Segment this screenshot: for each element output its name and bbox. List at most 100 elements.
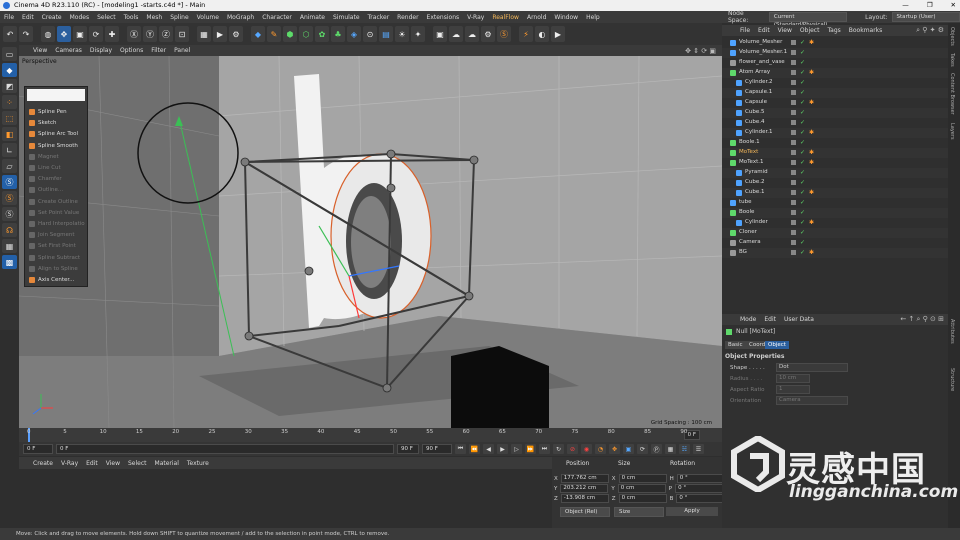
material-menu-create[interactable]: Create xyxy=(29,460,57,467)
position-z-field[interactable]: -13.908 cm xyxy=(560,494,609,503)
menu-character[interactable]: Character xyxy=(258,14,296,21)
object-row[interactable]: MoText.1 ✓ ✱ xyxy=(722,158,948,168)
object-row[interactable]: Boole ✓ xyxy=(722,208,948,218)
make-editable-icon[interactable]: ▭ xyxy=(2,47,17,61)
menu-tracker[interactable]: Tracker xyxy=(364,14,394,21)
orientation-dropdown[interactable]: Camera xyxy=(776,396,848,405)
attribute-menu-user-data[interactable]: User Data xyxy=(780,316,818,323)
menu-window[interactable]: Window xyxy=(550,14,582,21)
object-name[interactable]: Boole xyxy=(739,209,754,215)
model-mode-icon[interactable]: ◆ xyxy=(2,63,17,77)
attribute-menu-edit[interactable]: Edit xyxy=(760,316,780,323)
viewport-menu-panel[interactable]: Panel xyxy=(170,47,194,54)
material-menu-select[interactable]: Select xyxy=(124,460,151,467)
layout-dropdown[interactable]: Startup (User) xyxy=(891,12,960,22)
visibility-toggle[interactable] xyxy=(791,230,796,235)
size-x-field[interactable]: 0 cm xyxy=(618,474,667,483)
aspect-ratio-field[interactable]: 1 xyxy=(776,385,810,394)
render-settings-icon[interactable]: ⚙ xyxy=(229,26,243,42)
object-row[interactable]: Volume_Mesher ✓ ✱ xyxy=(722,38,948,48)
enable-check-icon[interactable]: ✓ xyxy=(800,169,805,176)
enable-check-icon[interactable]: ✓ xyxy=(800,149,805,156)
object-row[interactable]: Capsule ✓ ✱ xyxy=(722,98,948,108)
visibility-toggle[interactable] xyxy=(791,60,796,65)
material-menu-material[interactable]: Material xyxy=(151,460,183,467)
menu-realflow[interactable]: RealFlow xyxy=(488,14,523,21)
tab-basic[interactable]: Basic xyxy=(725,341,746,349)
minimize-button[interactable]: — xyxy=(902,0,909,11)
subdivision-icon[interactable]: ⬢ xyxy=(283,26,297,42)
recent-tools-icon[interactable]: ✚ xyxy=(105,26,119,42)
autokey-icon[interactable]: ◉ xyxy=(581,444,592,454)
menu-edit[interactable]: Edit xyxy=(18,14,38,21)
side-tab-attributes[interactable]: Attributes xyxy=(949,319,955,344)
object-row[interactable]: Cube.1 ✓ ✱ xyxy=(722,188,948,198)
object-row[interactable]: BG ✓ ✱ xyxy=(722,248,948,258)
menu-tools[interactable]: Tools xyxy=(120,14,143,21)
object-tag-icon[interactable]: ✱ xyxy=(809,219,814,226)
previous-frame-icon[interactable]: ◀ xyxy=(483,444,494,454)
object-name[interactable]: tube xyxy=(739,199,752,205)
enable-check-icon[interactable]: ✓ xyxy=(800,79,805,86)
object-tag-icon[interactable]: ✱ xyxy=(809,189,814,196)
arnold-render-icon[interactable]: ▶ xyxy=(551,26,565,42)
axis-mode-icon[interactable]: ∟ xyxy=(2,143,17,157)
vray-s-icon-1[interactable]: Ⓢ xyxy=(2,175,17,189)
side-tab-content-browser[interactable]: Content Browser xyxy=(949,73,955,115)
previous-key-icon[interactable]: ⏪ xyxy=(469,444,480,454)
polygon-mode-icon[interactable]: ◧ xyxy=(2,127,17,141)
enable-check-icon[interactable]: ✓ xyxy=(800,179,805,186)
object-row[interactable]: Cylinder ✓ ✱ xyxy=(722,218,948,228)
keyframe-selection-icon[interactable]: ◔ xyxy=(595,444,606,454)
current-frame-field[interactable]: 0 F xyxy=(23,444,53,454)
side-tab-layers[interactable]: Layers xyxy=(949,123,955,140)
point-mode-icon[interactable]: ⁘ xyxy=(2,95,17,109)
object-tag-icon[interactable]: ✱ xyxy=(809,159,814,166)
redo-icon[interactable]: ↷ xyxy=(19,26,33,42)
visibility-toggle[interactable] xyxy=(791,40,796,45)
vray-s-icon-3[interactable]: Ⓢ xyxy=(2,207,17,221)
enable-check-icon[interactable]: ✓ xyxy=(800,109,805,116)
object-name[interactable]: Cube.4 xyxy=(745,119,764,125)
object-row[interactable]: Cylinder.2 ✓ xyxy=(722,78,948,88)
coordinate-system-icon[interactable]: ⊡ xyxy=(175,26,189,42)
object-row[interactable]: Atom Array ✓ ✱ xyxy=(722,68,948,78)
menu-help[interactable]: Help xyxy=(582,14,604,21)
position-y-field[interactable]: 203.212 cm xyxy=(560,484,609,493)
enable-check-icon[interactable]: ✓ xyxy=(800,39,805,46)
viewport-menu-options[interactable]: Options xyxy=(116,47,147,54)
arnold-icon[interactable]: ◐ xyxy=(535,26,549,42)
object-tag-icon[interactable]: ✱ xyxy=(809,149,814,156)
object-tag-icon[interactable]: ✱ xyxy=(809,249,814,256)
object-name[interactable]: Capsule.1 xyxy=(745,89,772,95)
visibility-toggle[interactable] xyxy=(791,130,796,135)
object-name[interactable]: Cylinder.2 xyxy=(745,79,773,85)
render-view-icon[interactable]: ▦ xyxy=(197,26,211,42)
viewport-menu-cameras[interactable]: Cameras xyxy=(51,47,86,54)
side-tab-structure[interactable]: Structure xyxy=(949,368,955,391)
menu-render[interactable]: Render xyxy=(393,14,422,21)
enable-check-icon[interactable]: ✓ xyxy=(800,59,805,66)
material-menu-edit[interactable]: Edit xyxy=(82,460,102,467)
material-manager-area[interactable] xyxy=(19,469,552,528)
viewport-camera-label[interactable]: Perspective xyxy=(22,58,57,65)
visibility-toggle[interactable] xyxy=(791,110,796,115)
object-name[interactable]: Pyramid xyxy=(745,169,768,175)
object-row[interactable]: Cube.5 ✓ xyxy=(722,108,948,118)
menu-volume[interactable]: Volume xyxy=(193,14,223,21)
pen-icon[interactable]: ✎ xyxy=(267,26,281,42)
node-space-dropdown[interactable]: Current (Standard/Physical) xyxy=(768,12,848,28)
live-selection-icon[interactable]: ◍ xyxy=(41,26,55,42)
enable-check-icon[interactable]: ✓ xyxy=(800,229,805,236)
viewport-menu-view[interactable]: View xyxy=(29,47,51,54)
vray-cloud-render-icon[interactable]: ☁ xyxy=(465,26,479,42)
magnet-icon[interactable]: ☊ xyxy=(2,223,17,237)
floor-icon[interactable]: ▤ xyxy=(379,26,393,42)
attribute-nav-icons[interactable]: ← ↑ ⌕ ⚲ ⊙ ⊞ xyxy=(900,315,944,324)
visibility-toggle[interactable] xyxy=(791,240,796,245)
visibility-toggle[interactable] xyxy=(791,70,796,75)
enable-check-icon[interactable]: ✓ xyxy=(800,89,805,96)
object-row[interactable]: Capsule.1 ✓ xyxy=(722,88,948,98)
visibility-toggle[interactable] xyxy=(791,250,796,255)
object-name[interactable]: MoText.1 xyxy=(739,159,763,165)
